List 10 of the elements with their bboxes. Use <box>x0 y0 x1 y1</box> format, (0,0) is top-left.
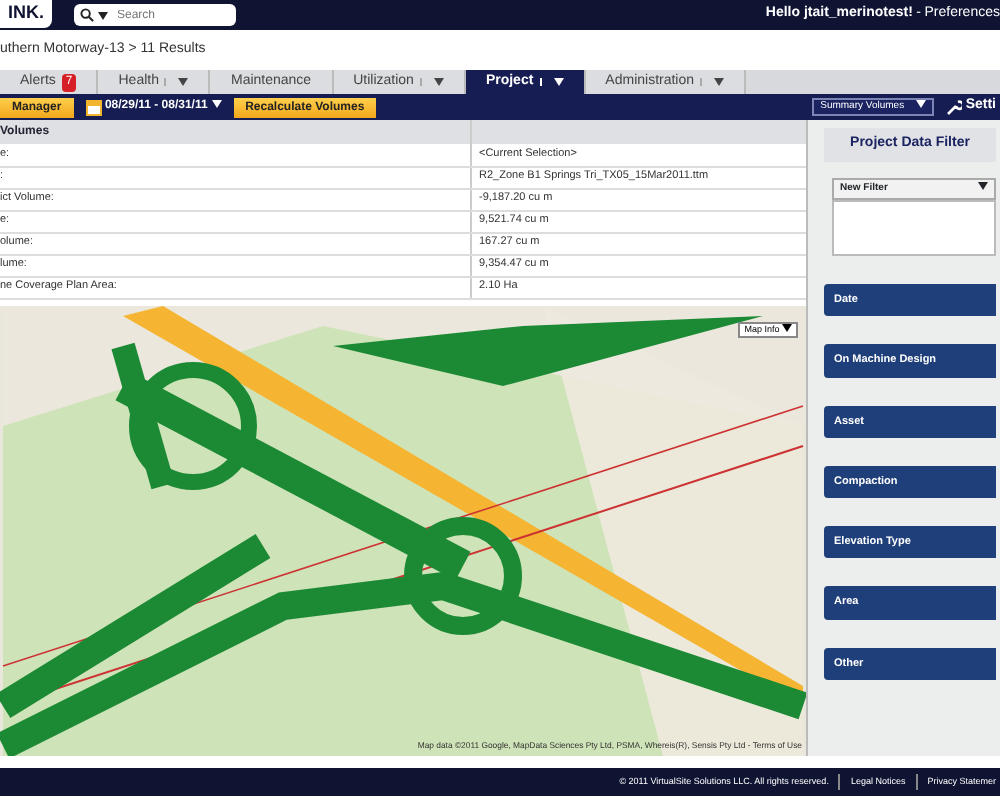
logo: INK. <box>0 0 52 28</box>
caret-icon <box>916 100 927 109</box>
search-icon <box>79 8 93 22</box>
caret-icon <box>211 100 222 109</box>
search-options-button[interactable] <box>73 4 111 26</box>
caret-icon <box>97 11 107 19</box>
wrench-icon[interactable] <box>946 99 963 115</box>
caret-icon <box>782 324 792 333</box>
caret-icon <box>978 182 988 191</box>
calendar-icon[interactable] <box>85 99 102 115</box>
